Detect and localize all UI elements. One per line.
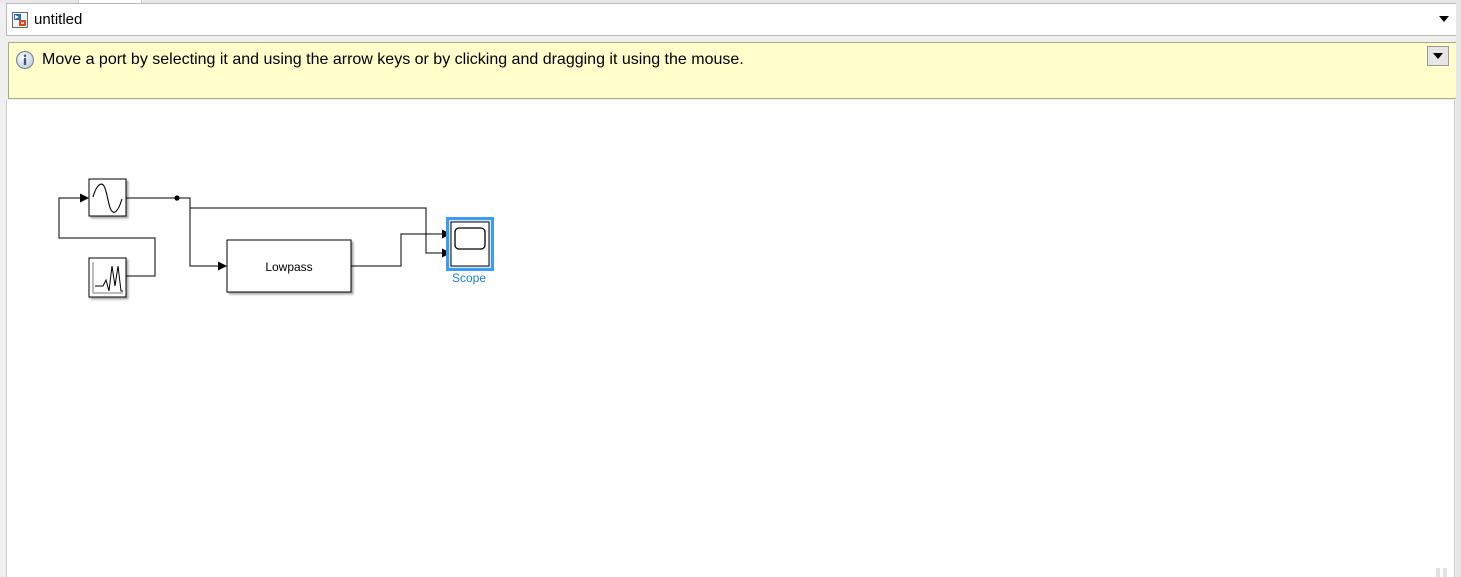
sine-wave-block[interactable] bbox=[88, 178, 127, 217]
arrowhead-sine-in bbox=[80, 193, 89, 203]
lowpass-label: Lowpass bbox=[265, 260, 312, 274]
scope-icon bbox=[454, 227, 486, 250]
window-edge bbox=[1456, 0, 1461, 577]
block-diagram: Lowpass Scope bbox=[58, 178, 494, 298]
resize-grip[interactable] bbox=[1433, 565, 1455, 577]
branch-point[interactable] bbox=[174, 195, 180, 201]
simulink-editor: untitled Move a port by selecting it and… bbox=[0, 0, 1461, 577]
scope-block[interactable]: Scope bbox=[446, 217, 494, 286]
scope-label: Scope bbox=[452, 271, 486, 285]
arrowhead-lowpass-in bbox=[218, 261, 227, 271]
signal-line-lowpass-out[interactable] bbox=[351, 233, 442, 267]
signal-source-block[interactable] bbox=[88, 257, 127, 298]
lowpass-block[interactable]: Lowpass bbox=[226, 239, 352, 293]
signal-line-to-lowpass[interactable] bbox=[189, 208, 218, 267]
